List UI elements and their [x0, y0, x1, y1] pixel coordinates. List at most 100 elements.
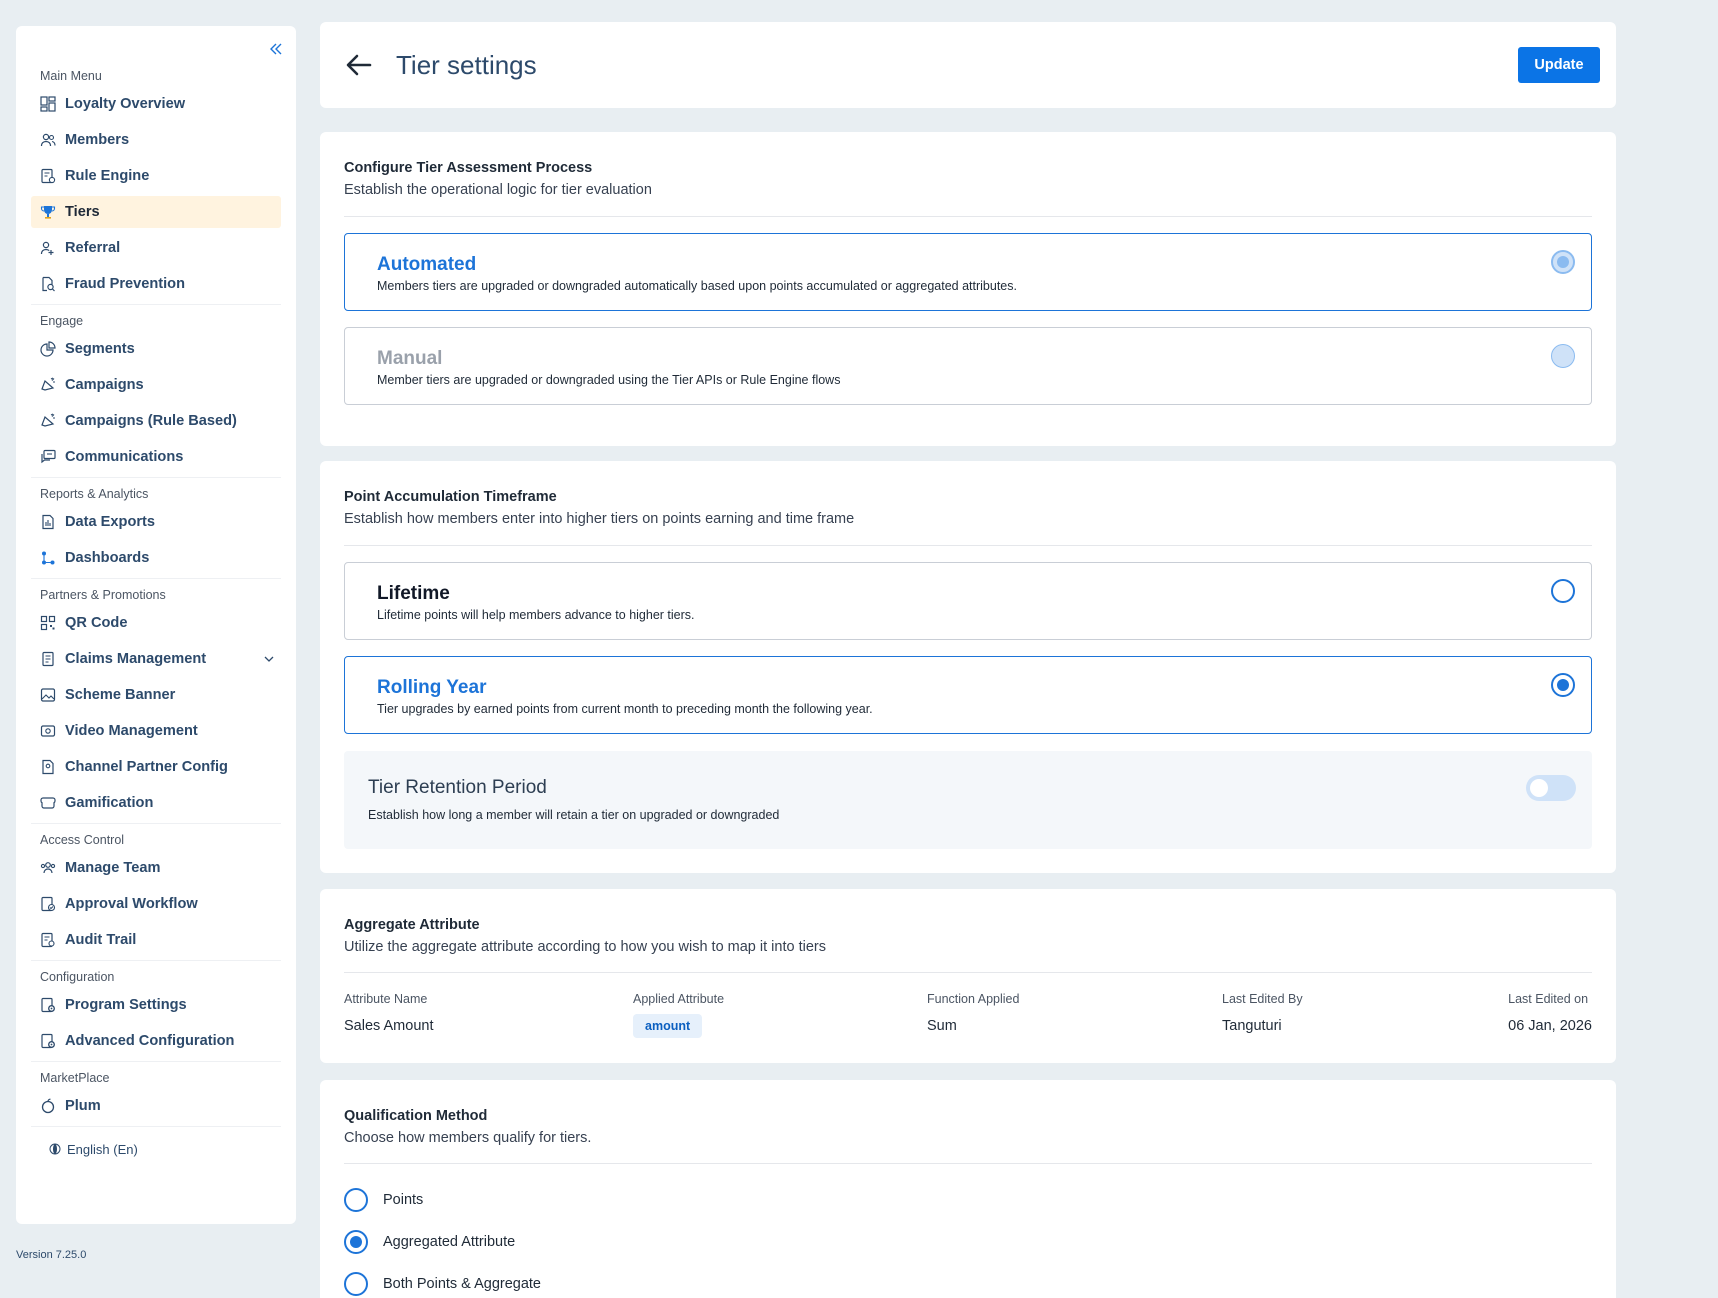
assessment-card: Configure Tier Assessment Process Establ…	[320, 132, 1616, 446]
sidebar-item-gamification[interactable]: Gamification	[31, 787, 281, 819]
sidebar-item-approval-workflow[interactable]: Approval Workflow	[31, 888, 281, 920]
column-header: Last Edited By	[1222, 992, 1303, 1006]
divider	[31, 578, 281, 579]
assessment-subtitle: Establish the operational logic for tier…	[344, 182, 652, 198]
document-icon	[39, 650, 57, 668]
divider	[31, 477, 281, 478]
sidebar-item-manage-team[interactable]: Manage Team	[31, 852, 281, 884]
section-label-reports-analytics: Reports & Analytics	[40, 487, 149, 501]
update-button[interactable]: Update	[1518, 47, 1600, 83]
sidebar-item-label: Segments	[65, 341, 135, 357]
column-header: Last Edited on	[1508, 992, 1589, 1006]
sidebar-item-rule-engine[interactable]: Rule Engine	[31, 160, 281, 192]
last-edited-by-value: Tanguturi	[1222, 1018, 1282, 1034]
sidebar-item-campaigns[interactable]: Campaigns	[31, 369, 281, 401]
sidebar-item-label: Campaigns	[65, 377, 144, 393]
option-description: Member tiers are upgraded or downgraded …	[377, 373, 841, 387]
sidebar-item-referral[interactable]: Referral	[31, 232, 281, 264]
section-label-engage: Engage	[40, 314, 84, 328]
sidebar-item-label: Plum	[65, 1098, 101, 1114]
col-function-applied: Function Applied Sum	[927, 992, 1019, 1034]
sidebar-item-label: Campaigns (Rule Based)	[65, 413, 237, 429]
sidebar-item-video-management[interactable]: Video Management	[31, 715, 281, 747]
sidebar-item-claims-management[interactable]: Claims Management	[31, 643, 281, 675]
sidebar-item-label: Members	[65, 132, 130, 148]
radio-selected	[1551, 250, 1575, 274]
qr-code-icon	[39, 614, 57, 632]
qualification-option-both[interactable]: Both Points & Aggregate	[344, 1271, 541, 1297]
radio-unselected[interactable]	[344, 1272, 368, 1296]
qualification-option-points[interactable]: Points	[344, 1187, 423, 1213]
toggle-knob	[1530, 779, 1548, 797]
option-automated[interactable]: Automated Members tiers are upgraded or …	[344, 233, 1592, 311]
function-applied-value: Sum	[927, 1018, 957, 1034]
divider	[344, 972, 1592, 973]
back-button[interactable]	[344, 50, 374, 80]
sidebar-item-plum[interactable]: Plum	[31, 1090, 281, 1122]
sidebar-item-label: Scheme Banner	[65, 687, 176, 703]
divider	[31, 304, 281, 305]
sidebar-item-loyalty-overview[interactable]: Loyalty Overview	[31, 88, 281, 120]
rolling-year-radio[interactable]	[1551, 673, 1575, 697]
plum-icon	[39, 1097, 57, 1115]
team-icon	[39, 859, 57, 877]
sidebar-item-communications[interactable]: Communications	[31, 441, 281, 473]
sidebar-item-label: Gamification	[65, 795, 154, 811]
sidebar-item-segments[interactable]: Segments	[31, 333, 281, 365]
section-label-configuration: Configuration	[40, 970, 115, 984]
sidebar-item-label: Rule Engine	[65, 168, 150, 184]
sidebar-item-data-exports[interactable]: Data Exports	[31, 506, 281, 538]
option-lifetime[interactable]: Lifetime Lifetime points will help membe…	[344, 562, 1592, 640]
sidebar-item-program-settings[interactable]: Program Settings	[31, 989, 281, 1021]
radio-unselected[interactable]	[344, 1188, 368, 1212]
sidebar-item-label: Claims Management	[65, 651, 207, 667]
sidebar-item-qr-code[interactable]: QR Code	[31, 607, 281, 639]
pie-chart-icon	[39, 340, 57, 358]
timeframe-title: Point Accumulation Timeframe	[344, 489, 557, 505]
sidebar-item-label: Program Settings	[65, 997, 187, 1013]
option-title: Lifetime	[377, 583, 450, 604]
sidebar-item-dashboards[interactable]: Dashboards	[31, 542, 281, 574]
column-header: Attribute Name	[344, 992, 428, 1006]
page-header: Tier settings Update	[320, 22, 1616, 108]
sidebar-item-fraud-prevention[interactable]: Fraud Prevention	[31, 268, 281, 300]
radio-selected[interactable]	[344, 1230, 368, 1254]
option-label: Points	[383, 1192, 424, 1208]
divider	[344, 545, 1592, 546]
language-selector[interactable]: English (En)	[31, 1131, 281, 1167]
sidebar-item-scheme-banner[interactable]: Scheme Banner	[31, 679, 281, 711]
partner-doc-icon	[39, 758, 57, 776]
retention-toggle[interactable]	[1526, 775, 1576, 801]
divider	[31, 960, 281, 961]
option-rolling-year[interactable]: Rolling Year Tier upgrades by earned poi…	[344, 656, 1592, 734]
column-header: Applied Attribute	[633, 992, 725, 1006]
sidebar-item-channel-partner-config[interactable]: Channel Partner Config	[31, 751, 281, 783]
users-icon	[39, 131, 57, 149]
sidebar-item-label: Advanced Configuration	[65, 1033, 235, 1049]
option-title: Automated	[377, 254, 477, 275]
automated-radio[interactable]	[1551, 250, 1575, 274]
trophy-icon	[39, 203, 57, 221]
sidebar-item-label: Communications	[65, 449, 184, 465]
sidebar-item-members[interactable]: Members	[31, 124, 281, 156]
sidebar-item-audit-trail[interactable]: Audit Trail	[31, 924, 281, 956]
qualification-option-aggregated-attribute[interactable]: Aggregated Attribute	[344, 1229, 515, 1255]
qualification-subtitle: Choose how members qualify for tiers.	[344, 1130, 592, 1146]
sidebar-item-advanced-configuration[interactable]: Advanced Configuration	[31, 1025, 281, 1057]
collapse-sidebar-button[interactable]	[252, 36, 300, 62]
gamepad-icon	[39, 794, 57, 812]
sidebar-item-label: QR Code	[65, 615, 128, 631]
referral-icon	[39, 239, 57, 257]
video-icon	[39, 722, 57, 740]
divider	[31, 1126, 281, 1127]
sidebar-item-label: Video Management	[65, 723, 198, 739]
chevron-down-icon[interactable]	[261, 651, 277, 667]
nodes-icon	[39, 549, 57, 567]
sidebar-item-campaigns-rule-based[interactable]: Campaigns (Rule Based)	[31, 405, 281, 437]
manual-radio[interactable]	[1551, 344, 1575, 368]
option-manual[interactable]: Manual Member tiers are upgraded or down…	[344, 327, 1592, 405]
sidebar-item-tiers[interactable]: Tiers	[31, 196, 281, 228]
lifetime-radio[interactable]	[1551, 579, 1575, 603]
radio-unselected	[1551, 344, 1575, 368]
option-description: Members tiers are upgraded or downgraded…	[377, 279, 1017, 293]
